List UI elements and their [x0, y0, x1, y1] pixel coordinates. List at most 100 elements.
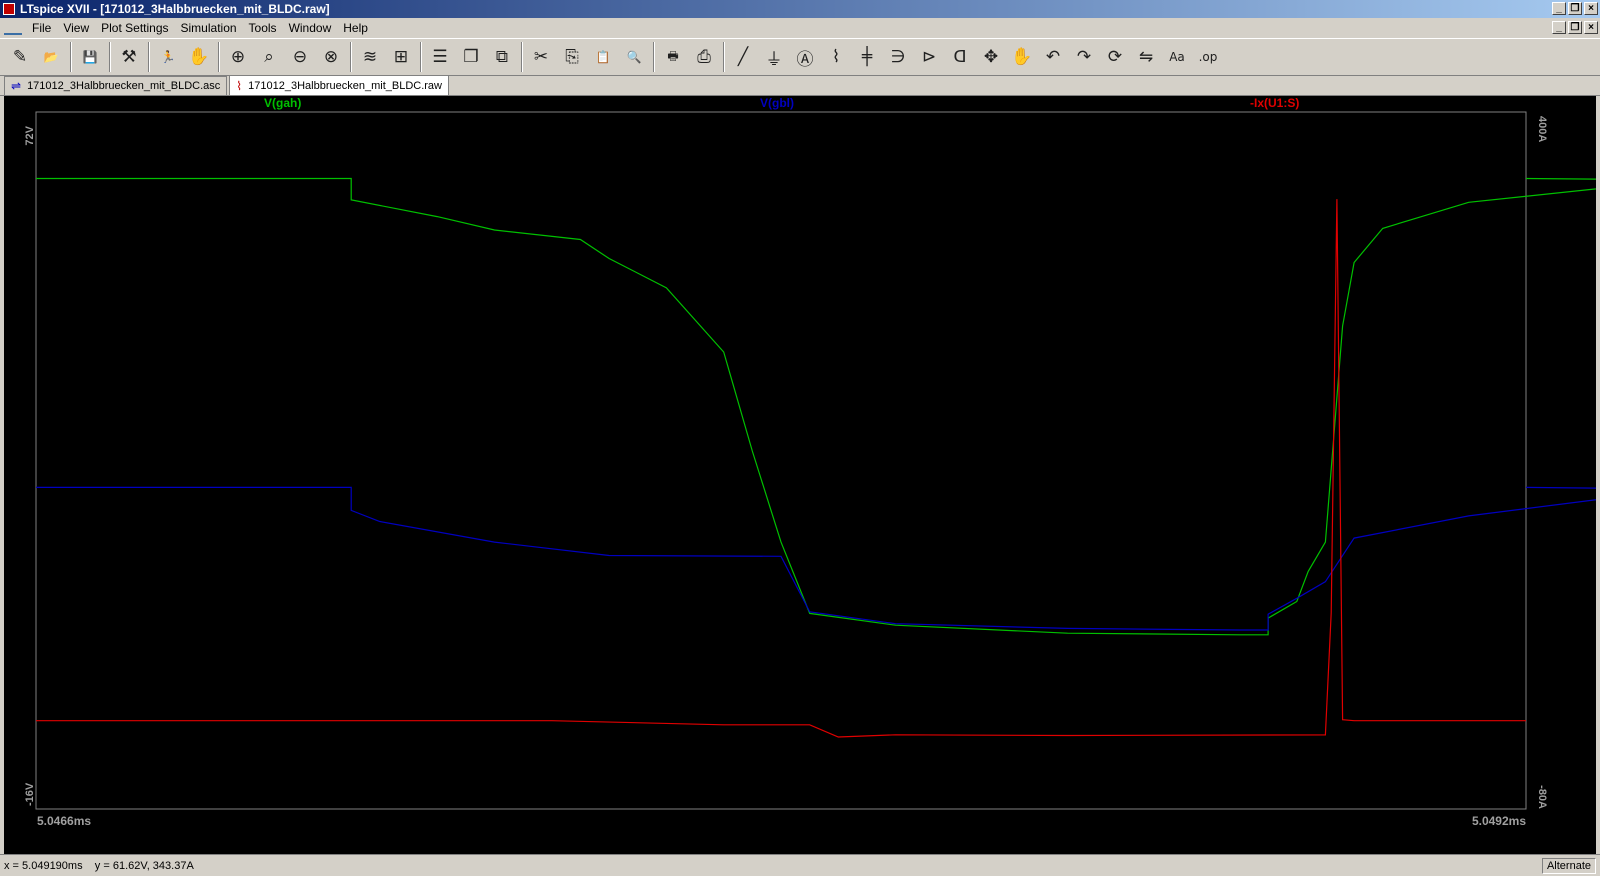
drag-button[interactable]: ✋	[1008, 43, 1036, 71]
zoom-cancel-button[interactable]: ⊗	[317, 43, 345, 71]
doc-restore-button[interactable]: ❐	[1568, 21, 1582, 34]
diode-button[interactable]: ⊳	[915, 43, 943, 71]
move-icon: ✥	[983, 47, 999, 67]
plot-canvas[interactable]: 72V -16V 400A -80A 5.0466ms 5.0492ms	[4, 96, 1596, 854]
new-schematic-icon: ✎	[12, 47, 28, 67]
inductor-icon: ∋	[890, 47, 906, 67]
mark-button[interactable]: ⊞	[387, 43, 415, 71]
diode-icon: ⊳	[921, 47, 937, 67]
menu-bar: File View Plot Settings Simulation Tools…	[0, 18, 1600, 38]
save-button[interactable]: 💾	[76, 43, 104, 71]
tile-vertical-button[interactable]: ⧉	[488, 43, 516, 71]
window-controls: _ ❐ ×	[1552, 2, 1598, 15]
menu-view[interactable]: View	[57, 18, 95, 38]
find-button[interactable]: 🔍	[620, 43, 648, 71]
waveform-plot[interactable]: V(gah) V(gbl) -Ix(U1:S) 72V -16V 400A -8…	[4, 96, 1596, 854]
trace-ix-u1-s[interactable]	[36, 199, 1526, 738]
menu-window[interactable]: Window	[283, 18, 338, 38]
wire-button[interactable]: ╱	[729, 43, 757, 71]
cut-icon: ✂	[533, 47, 549, 67]
label-net-button[interactable]: Ⓐ	[791, 43, 819, 71]
zoom-area-button[interactable]: ⊕	[224, 43, 252, 71]
resistor-button[interactable]: ⌇	[822, 43, 850, 71]
tile-horizontal-button[interactable]: ☰	[426, 43, 454, 71]
run-button[interactable]: 🏃	[154, 43, 182, 71]
copy-icon: ⎘	[565, 47, 579, 67]
right-axis-bottom-label: -80A	[1536, 785, 1548, 809]
waveform-tab-icon: ⌇	[236, 78, 243, 93]
schematic-tab-icon: ⇌	[11, 79, 22, 93]
tab-waveform-label: 171012_3Halbbruecken_mit_BLDC.raw	[248, 79, 442, 92]
cursor-readout: x = 5.049190ms y = 61.62V, 343.37A	[4, 859, 194, 872]
menu-plot-settings[interactable]: Plot Settings	[95, 18, 174, 38]
resistor-icon: ⌇	[831, 47, 841, 67]
minimize-button[interactable]: _	[1552, 2, 1566, 15]
find-icon: 🔍	[626, 50, 642, 64]
zoom-area-icon: ⊕	[230, 47, 246, 67]
open-icon: 📂	[43, 50, 59, 64]
menu-tools[interactable]: Tools	[243, 18, 283, 38]
print-preview-button[interactable]: 🖶	[659, 43, 687, 71]
print-icon: ⎙	[697, 47, 711, 67]
status-bar: x = 5.049190ms y = 61.62V, 343.37A Alter…	[0, 854, 1600, 876]
menu-simulation[interactable]: Simulation	[175, 18, 243, 38]
autorange-icon: ≋	[362, 47, 378, 67]
toolbar-separator	[521, 42, 523, 72]
cascade-icon: ❐	[463, 47, 479, 67]
zoom-fit-button[interactable]: ⌕	[255, 43, 283, 71]
menu-help[interactable]: Help	[337, 18, 374, 38]
capacitor-icon: ╪	[861, 47, 873, 67]
doc-close-button[interactable]: ×	[1584, 21, 1598, 34]
trace-vgbl[interactable]	[36, 486, 1596, 631]
mark-icon: ⊞	[393, 47, 409, 67]
ground-icon: ⏚	[765, 49, 783, 70]
save-icon: 💾	[82, 50, 98, 64]
trace-vgah[interactable]	[36, 177, 1596, 636]
print-button[interactable]: ⎙	[690, 43, 718, 71]
new-schematic-button[interactable]: ✎	[6, 43, 34, 71]
wire-icon: ╱	[737, 47, 749, 67]
paste-icon: 📋	[595, 50, 611, 64]
tab-waveform[interactable]: ⌇ 171012_3Halbbruecken_mit_BLDC.raw	[229, 75, 449, 95]
cascade-button[interactable]: ❐	[457, 43, 485, 71]
control-panel-icon: ⚒	[121, 47, 137, 67]
toolbar-separator	[70, 42, 72, 72]
zoom-out-button[interactable]: ⊖	[286, 43, 314, 71]
menu-file[interactable]: File	[26, 18, 57, 38]
document-window-controls: _ ❐ ×	[1552, 21, 1598, 34]
undo-icon: ↶	[1045, 47, 1061, 67]
component-button[interactable]: ᗡ	[946, 43, 974, 71]
capacitor-button[interactable]: ╪	[853, 43, 881, 71]
document-tabs: ⇌ 171012_3Halbbruecken_mit_BLDC.asc ⌇ 17…	[0, 75, 1600, 96]
tab-schematic[interactable]: ⇌ 171012_3Halbbruecken_mit_BLDC.asc	[4, 76, 228, 95]
print-preview-icon: 🖶	[667, 48, 679, 63]
rotate-button[interactable]: ⟳	[1101, 43, 1129, 71]
close-button[interactable]: ×	[1584, 2, 1598, 15]
halt-button[interactable]: ✋	[185, 43, 213, 71]
spice-directive-button[interactable]: .op	[1194, 43, 1222, 71]
plot-frame	[35, 111, 1527, 810]
copy-button[interactable]: ⎘	[558, 43, 586, 71]
inductor-button[interactable]: ∋	[884, 43, 912, 71]
ground-button[interactable]: ⏚	[760, 43, 788, 71]
paste-button[interactable]: 📋	[589, 43, 617, 71]
x-axis-start-label: 5.0466ms	[37, 814, 91, 828]
doc-minimize-button[interactable]: _	[1552, 21, 1566, 34]
open-button[interactable]: 📂	[37, 43, 65, 71]
toolbar-separator	[109, 42, 111, 72]
tile-horizontal-icon: ☰	[432, 47, 448, 67]
move-button[interactable]: ✥	[977, 43, 1005, 71]
mirror-button[interactable]: ⇋	[1132, 43, 1160, 71]
window-title: LTspice XVII - [171012_3Halbbruecken_mit…	[20, 2, 330, 16]
drag-icon: ✋	[1011, 47, 1033, 67]
control-panel-button[interactable]: ⚒	[115, 43, 143, 71]
restore-button[interactable]: ❐	[1568, 2, 1582, 15]
text-button[interactable]: Aa	[1163, 43, 1191, 71]
cut-button[interactable]: ✂	[527, 43, 555, 71]
ltspice-app-icon[interactable]	[3, 3, 15, 15]
autorange-button[interactable]: ≋	[356, 43, 384, 71]
redo-button[interactable]: ↷	[1070, 43, 1098, 71]
undo-button[interactable]: ↶	[1039, 43, 1067, 71]
waveform-window-icon[interactable]	[4, 21, 22, 35]
toolbar: ✎ 📂 💾 ⚒ 🏃 ✋ ⊕ ⌕ ⊖ ⊗ ≋ ⊞ ☰ ❐ ⧉ ✂ ⎘ 📋 🔍 🖶 ⎙ ╱ ⏚ Ⓐ ⌇ ╪ ∋ ⊳ ᗡ ✥ ✋ ↶ ↷ ⟳ ⇋ Aa .op	[0, 38, 1600, 76]
